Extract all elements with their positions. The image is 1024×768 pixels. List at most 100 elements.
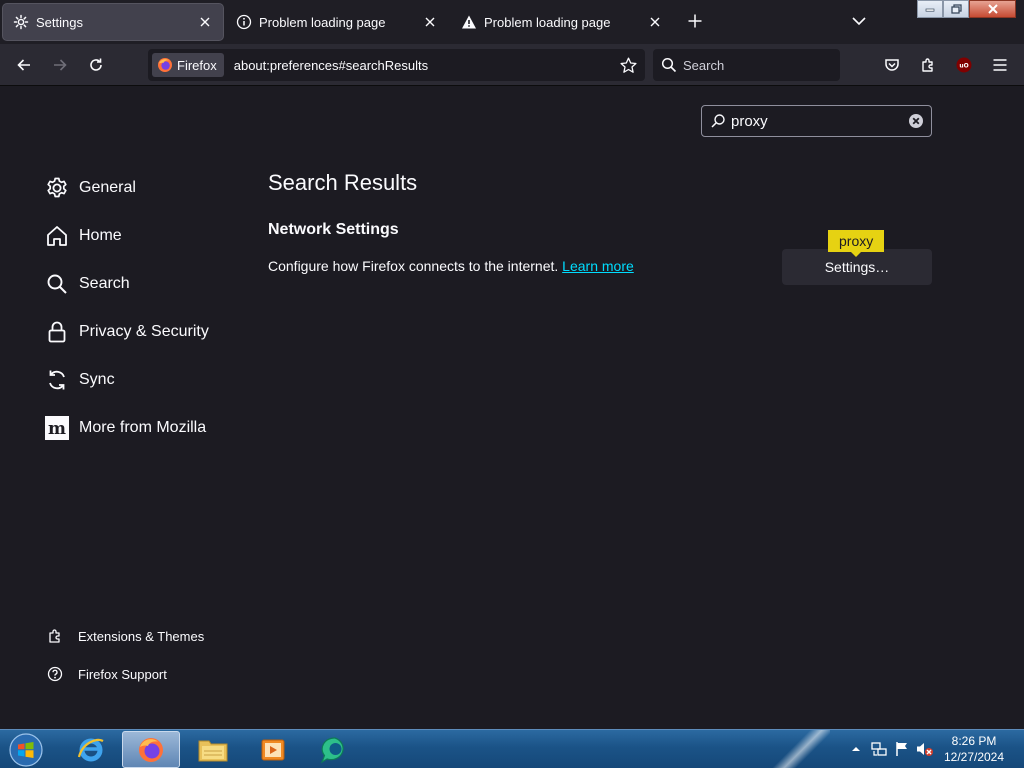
tab-settings[interactable]: Settings xyxy=(3,4,223,40)
network-icon[interactable] xyxy=(870,740,888,758)
forward-button[interactable] xyxy=(46,51,74,79)
taskbar-chat-app[interactable] xyxy=(306,731,364,768)
restore-icon xyxy=(950,4,962,14)
start-button[interactable] xyxy=(6,731,46,768)
action-center-flag-icon[interactable] xyxy=(893,740,911,758)
tab-label: Problem loading page xyxy=(484,14,611,30)
window-controls xyxy=(917,0,1016,19)
search-icon xyxy=(44,271,70,297)
network-settings-heading: Network Settings xyxy=(268,221,399,238)
search-bar[interactable]: Search xyxy=(653,49,840,81)
sidebar-item-sync[interactable]: Sync xyxy=(44,356,244,404)
close-icon[interactable] xyxy=(647,14,663,30)
reload-button[interactable] xyxy=(82,51,110,79)
forward-arrow-icon xyxy=(54,59,67,71)
taskbar-internet-explorer[interactable] xyxy=(62,731,120,768)
sidebar-item-label: Search xyxy=(79,275,130,292)
close-icon[interactable] xyxy=(197,14,213,30)
restore-button[interactable] xyxy=(943,0,969,18)
tab-label: Settings xyxy=(36,14,83,30)
svg-text:m: m xyxy=(48,419,66,439)
learn-more-link[interactable]: Learn more xyxy=(562,258,634,274)
sidebar-item-search[interactable]: Search xyxy=(44,260,244,308)
hamburger-menu-icon xyxy=(993,59,1007,71)
system-tray xyxy=(842,738,934,760)
sidebar-item-label: More from Mozilla xyxy=(79,419,207,436)
gear-icon xyxy=(44,175,70,201)
back-arrow-icon xyxy=(17,59,30,71)
tab-problem-loading-1[interactable]: Problem loading page xyxy=(226,4,448,40)
url-bar[interactable]: Firefox about:preferences#searchResults xyxy=(148,49,645,81)
find-in-settings-input[interactable]: proxy xyxy=(701,105,932,137)
minimize-button[interactable] xyxy=(917,0,943,18)
close-icon[interactable] xyxy=(422,14,438,30)
windows-start-icon xyxy=(9,733,43,767)
home-icon xyxy=(44,223,70,249)
back-button[interactable] xyxy=(10,51,38,79)
url-text[interactable]: about:preferences#searchResults xyxy=(234,58,615,73)
sidebar-item-label: Sync xyxy=(79,371,115,388)
search-icon xyxy=(661,57,677,73)
volume-muted-icon[interactable] xyxy=(916,740,934,758)
navigation-toolbar: Firefox about:preferences#searchResults … xyxy=(0,44,1024,86)
tab-label: Problem loading page xyxy=(259,14,386,30)
extensions-button[interactable] xyxy=(914,51,942,79)
new-tab-button[interactable] xyxy=(684,10,706,32)
category-sidebar: General Home Search Privacy & Security S… xyxy=(44,164,244,452)
taskbar-file-explorer[interactable] xyxy=(184,731,242,768)
sidebar-item-label: General xyxy=(79,179,136,196)
bookmark-star-button[interactable] xyxy=(615,52,641,78)
sidebar-item-general[interactable]: General xyxy=(44,164,244,212)
extensions-themes-link[interactable]: Extensions & Themes xyxy=(46,617,266,655)
gear-icon xyxy=(13,14,29,30)
minimize-icon xyxy=(925,8,935,12)
search-icon xyxy=(711,114,725,128)
find-in-settings-value[interactable]: proxy xyxy=(731,113,908,130)
clear-search-icon[interactable] xyxy=(908,113,924,129)
firefox-logo-icon xyxy=(158,58,172,72)
sidebar-item-home[interactable]: Home xyxy=(44,212,244,260)
sidebar-item-label: Privacy & Security xyxy=(79,323,209,340)
search-placeholder: Search xyxy=(683,57,725,73)
plus-icon xyxy=(688,14,702,28)
network-settings-description: Configure how Firefox connects to the in… xyxy=(268,258,634,274)
taskbar-firefox[interactable] xyxy=(122,731,180,768)
close-icon xyxy=(987,4,998,14)
list-all-tabs-button[interactable] xyxy=(848,10,870,32)
mozilla-icon: m xyxy=(44,415,70,441)
taskbar-media-player[interactable] xyxy=(244,731,302,768)
warning-icon xyxy=(461,14,477,30)
reload-icon xyxy=(90,58,102,71)
page-title: Search Results xyxy=(268,170,418,195)
footer-item-label: Extensions & Themes xyxy=(78,628,205,644)
lock-icon xyxy=(44,319,70,345)
window-close-button[interactable] xyxy=(969,0,1016,18)
internet-explorer-icon xyxy=(77,738,104,761)
puzzle-icon xyxy=(922,58,933,72)
help-icon xyxy=(46,665,64,683)
chat-bubble-icon xyxy=(320,736,344,763)
firefox-icon xyxy=(139,737,163,762)
sidebar-footer: Extensions & Themes Firefox Support xyxy=(46,617,266,693)
identity-label: Firefox xyxy=(177,57,217,73)
taskbar-glare xyxy=(770,730,830,768)
firefox-support-link[interactable]: Firefox Support xyxy=(46,655,266,693)
settings-page: proxy General Home Search Privacy & Secu… xyxy=(0,86,1024,729)
taskbar-clock[interactable]: 8:26 PM 12/27/2024 xyxy=(940,733,1008,765)
tab-strip: Settings Problem loading page Problem lo… xyxy=(0,0,1024,44)
ublock-origin-button[interactable]: uO xyxy=(950,51,978,79)
clock-time: 8:26 PM xyxy=(951,734,997,748)
info-icon xyxy=(236,14,252,30)
chevron-down-icon xyxy=(852,17,866,26)
identity-box[interactable]: Firefox xyxy=(152,53,224,77)
search-highlight-tooltip: proxy xyxy=(828,230,885,257)
show-hidden-icons-icon[interactable] xyxy=(847,740,865,758)
sidebar-item-privacy[interactable]: Privacy & Security xyxy=(44,308,244,356)
tab-problem-loading-2[interactable]: Problem loading page xyxy=(451,4,673,40)
windows-taskbar: 8:26 PM 12/27/2024 xyxy=(0,729,1024,768)
pocket-button[interactable] xyxy=(878,51,906,79)
sidebar-item-more-from-mozilla[interactable]: m More from Mozilla xyxy=(44,404,244,452)
sidebar-item-label: Home xyxy=(79,227,122,244)
footer-item-label: Firefox Support xyxy=(78,666,167,682)
app-menu-button[interactable] xyxy=(986,51,1014,79)
